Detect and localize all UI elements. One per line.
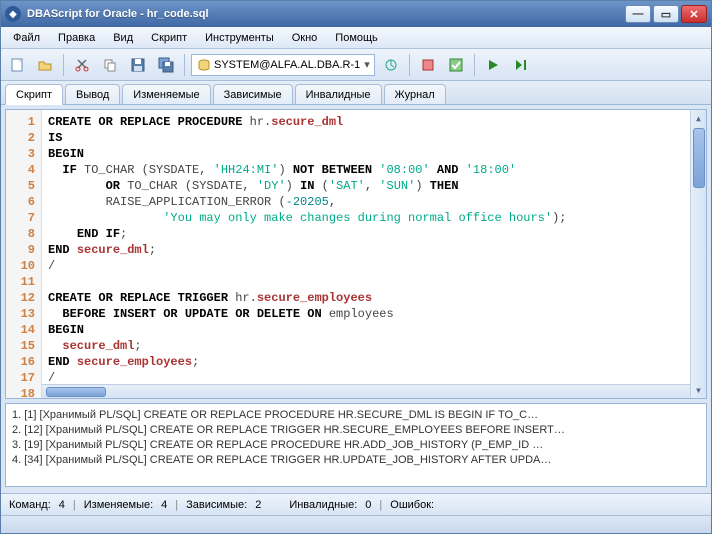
horizontal-scrollbar[interactable] — [42, 384, 690, 398]
code-body[interactable]: CREATE OR REPLACE PROCEDURE hr.secure_dm… — [42, 110, 690, 398]
new-file-button[interactable] — [5, 53, 29, 77]
save-button[interactable] — [126, 53, 150, 77]
window-title: DBAScript for Oracle - hr_code.sql — [27, 8, 209, 20]
menu-file[interactable]: Файл — [5, 30, 48, 46]
output-line: 1. [1] [Хранимый PL/SQL] CREATE OR REPLA… — [12, 408, 700, 423]
vertical-scrollbar[interactable]: ▴ ▾ — [690, 110, 706, 398]
menu-window[interactable]: Окно — [284, 30, 326, 46]
status-deps-label: Зависимые: — [186, 499, 247, 511]
connection-combo[interactable]: SYSTEM@ALFA.AL.DBA.R-1 ▾ — [191, 54, 375, 76]
status-commands-value: 4 — [59, 499, 65, 511]
output-line: 3. [19] [Хранимый PL/SQL] CREATE OR REPL… — [12, 438, 700, 453]
chevron-down-icon: ▾ — [364, 58, 370, 71]
status-changed-label: Изменяемые: — [84, 499, 153, 511]
minimize-button[interactable]: ― — [625, 5, 651, 23]
code-editor[interactable]: 123456789101112131415161718 CREATE OR RE… — [5, 109, 707, 399]
status-changed-value: 4 — [161, 499, 167, 511]
line-gutter: 123456789101112131415161718 — [6, 110, 42, 398]
status-invalid-label: Инвалидные: — [289, 499, 357, 511]
tab-invalid[interactable]: Инвалидные — [295, 84, 382, 104]
scroll-up-icon[interactable]: ▴ — [691, 110, 706, 126]
tab-script[interactable]: Скрипт — [5, 84, 63, 105]
app-icon: ◆ — [5, 6, 21, 22]
status-errors-label: Ошибок: — [390, 499, 434, 511]
bottom-spacer — [1, 515, 711, 533]
database-icon — [198, 59, 210, 71]
menu-help[interactable]: Помощь — [327, 30, 386, 46]
app-window: ◆ DBAScript for Oracle - hr_code.sql ― ▭… — [0, 0, 712, 534]
copy-button[interactable] — [98, 53, 122, 77]
status-commands-label: Команд: — [9, 499, 51, 511]
scroll-thumb[interactable] — [693, 128, 705, 188]
step-button[interactable] — [509, 53, 533, 77]
tab-changed[interactable]: Изменяемые — [122, 84, 210, 104]
cut-button[interactable] — [70, 53, 94, 77]
status-deps-value: 2 — [255, 499, 261, 511]
status-invalid-value: 0 — [365, 499, 371, 511]
tab-dependent[interactable]: Зависимые — [213, 84, 293, 104]
connect-button[interactable] — [379, 53, 403, 77]
check-button[interactable] — [444, 53, 468, 77]
save-all-button[interactable] — [154, 53, 178, 77]
content-area: 123456789101112131415161718 CREATE OR RE… — [1, 105, 711, 493]
titlebar[interactable]: ◆ DBAScript for Oracle - hr_code.sql ― ▭… — [1, 1, 711, 27]
output-panel[interactable]: 1. [1] [Хранимый PL/SQL] CREATE OR REPLA… — [5, 403, 707, 487]
menubar: Файл Правка Вид Скрипт Инструменты Окно … — [1, 27, 711, 49]
connection-text: SYSTEM@ALFA.AL.DBA.R-1 — [214, 59, 360, 71]
toolbar: SYSTEM@ALFA.AL.DBA.R-1 ▾ — [1, 49, 711, 81]
hscroll-thumb[interactable] — [46, 387, 106, 397]
statusbar: Команд: 4 | Изменяемые: 4 | Зависимые: 2… — [1, 493, 711, 515]
tab-log[interactable]: Журнал — [384, 84, 446, 104]
menu-tools[interactable]: Инструменты — [197, 30, 282, 46]
close-button[interactable]: ✕ — [681, 5, 707, 23]
compile-button[interactable] — [416, 53, 440, 77]
tabstrip: Скрипт Вывод Изменяемые Зависимые Инвали… — [1, 81, 711, 105]
output-line: 4. [34] [Хранимый PL/SQL] CREATE OR REPL… — [12, 453, 700, 468]
menu-view[interactable]: Вид — [105, 30, 141, 46]
open-file-button[interactable] — [33, 53, 57, 77]
maximize-button[interactable]: ▭ — [653, 5, 679, 23]
scroll-down-icon[interactable]: ▾ — [691, 382, 706, 398]
run-button[interactable] — [481, 53, 505, 77]
output-line: 2. [12] [Хранимый PL/SQL] CREATE OR REPL… — [12, 423, 700, 438]
menu-edit[interactable]: Правка — [50, 30, 103, 46]
menu-script[interactable]: Скрипт — [143, 30, 195, 46]
tab-output[interactable]: Вывод — [65, 84, 120, 104]
